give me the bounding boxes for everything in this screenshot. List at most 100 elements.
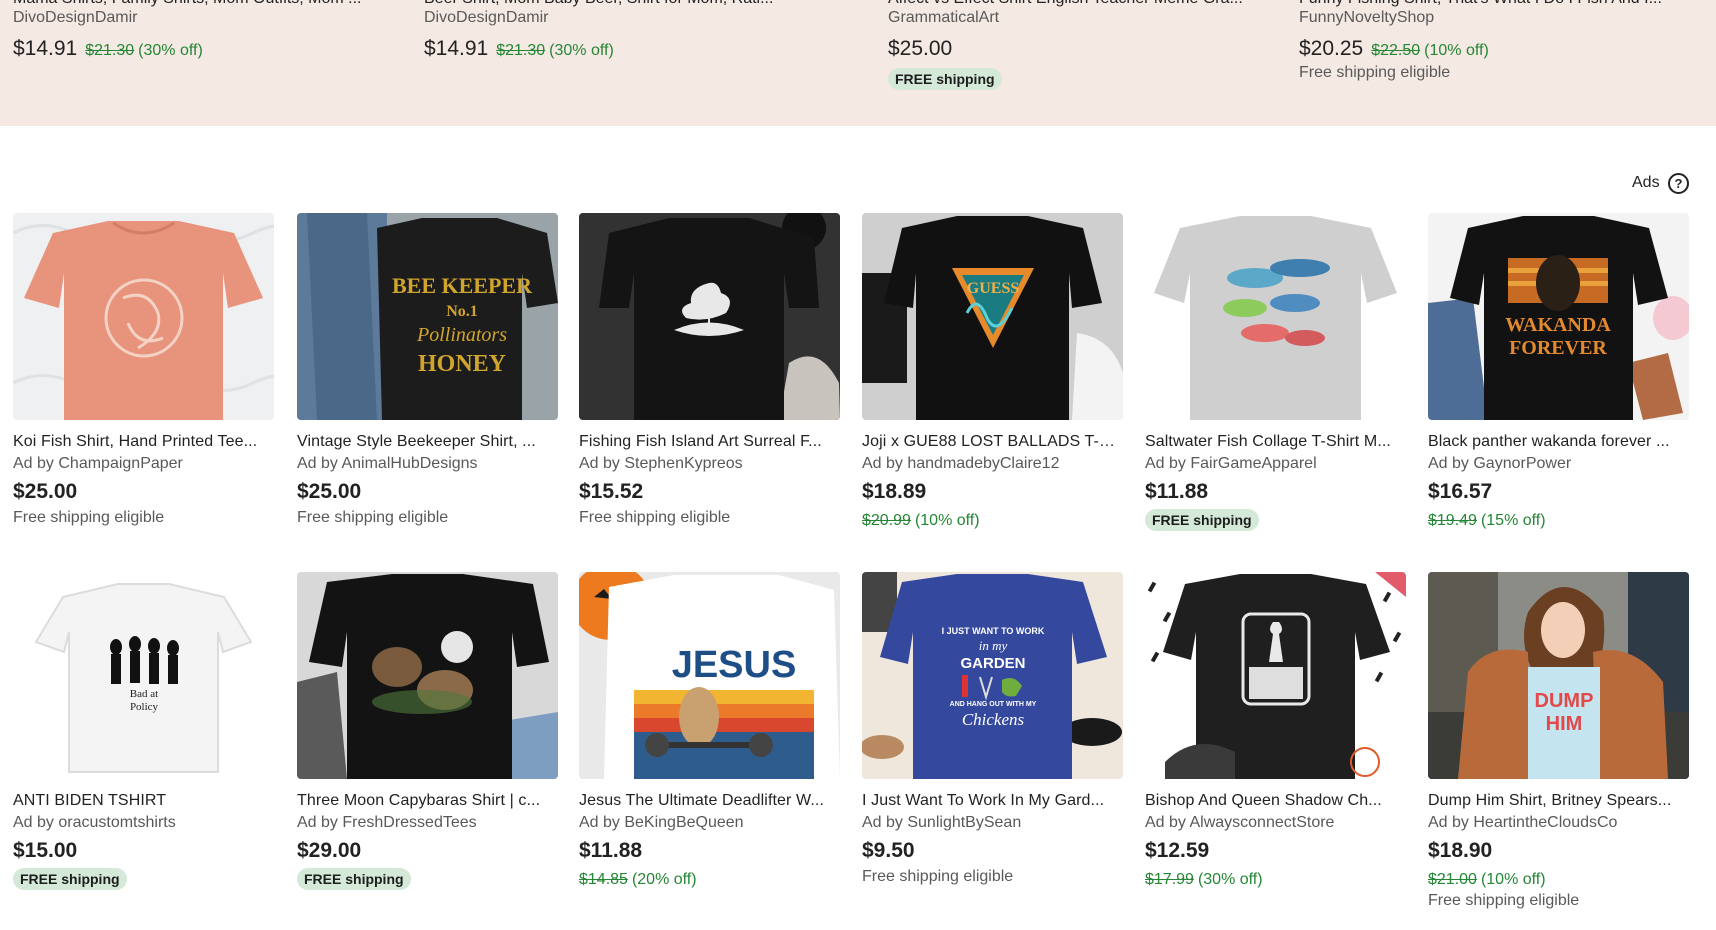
original-price: $20.99 (862, 512, 911, 529)
shop-name: Ad by AnimalHubDesigns (297, 455, 478, 472)
listing-image[interactable]: GUESS (862, 213, 1123, 420)
shop-name: Ad by handmadebyClaire12 (862, 455, 1060, 472)
discount: (20% off) (631, 871, 697, 888)
original-price: $14.85 (579, 871, 628, 888)
discount: (30% off) (138, 42, 203, 59)
print-line4: AND HANG OUT WITH MY (950, 701, 1037, 708)
print-him: HIM (1546, 713, 1583, 735)
top-listing-band: Mama Shirts, Family Shirts, Mom Outfits,… (0, 0, 1716, 126)
discount: (10% off) (1480, 871, 1546, 888)
listing-card[interactable]: Fishing Fish Island Art Surreal F... Ad … (579, 213, 840, 527)
listing-title[interactable]: Affect vs Effect Shirt English Teacher M… (888, 0, 1283, 8)
free-shipping-badge: FREE shipping (888, 68, 1002, 90)
listing-title[interactable]: Jesus The Ultimate Deadlifter W... (579, 790, 840, 812)
listing-card[interactable]: JESUS Jesus The Ultimate Deadlifter W...… (579, 572, 840, 889)
listing-card[interactable]: GUESS Joji x GUE88 LOST BALLADS T-S... A… (862, 213, 1123, 530)
listing-image[interactable] (579, 213, 840, 420)
listing-card[interactable]: Koi Fish Shirt, Hand Printed Tee... Ad b… (13, 213, 274, 527)
price: $11.88 (1145, 480, 1209, 503)
original-price: $21.30 (85, 42, 135, 59)
discount: (10% off) (1424, 42, 1489, 59)
discount: (10% off) (914, 512, 980, 529)
listing-title[interactable]: ANTI BIDEN TSHIRT (13, 790, 274, 812)
listing-title[interactable]: Dump Him Shirt, Britney Spears... (1428, 790, 1689, 812)
listing-title[interactable]: Koi Fish Shirt, Hand Printed Tee... (13, 431, 274, 453)
free-shipping-eligible: Free shipping eligible (1428, 892, 1580, 909)
price: $15.00 (13, 839, 78, 862)
print-chickens: Chickens (962, 710, 1025, 729)
listing-title[interactable]: Black panther wakanda forever ... (1428, 431, 1689, 453)
discount: (30% off) (1197, 871, 1263, 888)
listing-image[interactable]: I JUST WANT TO WORK in my GARDEN AND HAN… (862, 572, 1123, 779)
listing-image[interactable]: JESUS (579, 572, 840, 779)
print-honey: HONEY (418, 351, 506, 377)
print-line1: I JUST WANT TO WORK (942, 626, 1045, 636)
listing-title[interactable]: Three Moon Capybaras Shirt | c... (297, 790, 558, 812)
shop-name: Ad by FairGameApparel (1145, 455, 1317, 472)
listing-image[interactable]: WAKANDA FOREVER (1428, 213, 1689, 420)
listing-card[interactable]: BEE KEEPER No.1 Pollinators HONEY Vintag… (297, 213, 558, 527)
listing-card[interactable]: Bad at Policy ANTI BIDEN TSHIRT Ad by or… (13, 572, 274, 890)
print-bad-at: Bad at (130, 688, 158, 700)
listing-card[interactable]: Bishop And Queen Shadow Ch... Ad by Alwa… (1145, 572, 1406, 889)
print-line2: in my (979, 638, 1008, 653)
shop-name: GrammaticalArt (888, 9, 1000, 26)
free-shipping-badge: FREE shipping (13, 868, 127, 890)
print-dump: DUMP (1535, 690, 1594, 712)
price: $25.00 (297, 480, 362, 503)
listing-image[interactable] (297, 572, 558, 779)
price: $18.89 (862, 480, 927, 503)
shop-name: Ad by oracustomtshirts (13, 814, 176, 831)
print-jesus: JESUS (672, 644, 797, 686)
discount: (30% off) (549, 42, 614, 59)
listing-card[interactable]: Saltwater Fish Collage T-Shirt M... Ad b… (1145, 213, 1406, 531)
listing-image[interactable] (13, 213, 274, 420)
listing-card[interactable]: Three Moon Capybaras Shirt | c... Ad by … (297, 572, 558, 890)
price: $9.50 (862, 839, 915, 862)
listing-title[interactable]: Mama Shirts, Family Shirts, Mom Outfits,… (13, 0, 408, 8)
price: $20.25 (1299, 37, 1364, 60)
listing-title[interactable]: Joji x GUE88 LOST BALLADS T-S... (862, 431, 1123, 453)
print-beekeeper: BEE KEEPER (392, 273, 533, 298)
free-shipping-eligible: Free shipping eligible (1299, 64, 1451, 81)
listing-card[interactable]: WAKANDA FOREVER Black panther wakanda fo… (1428, 213, 1689, 530)
free-shipping-badge: FREE shipping (297, 868, 411, 890)
free-shipping-eligible: Free shipping eligible (13, 509, 165, 526)
shop-name: Ad by BeKingBeQueen (579, 814, 744, 831)
listing-image[interactable] (1145, 572, 1406, 779)
original-price: $17.99 (1145, 871, 1194, 888)
original-price: $19.49 (1428, 512, 1477, 529)
print-garden: GARDEN (960, 655, 1025, 672)
price: $25.00 (888, 37, 953, 60)
free-shipping-badge: FREE shipping (1145, 509, 1259, 531)
free-shipping-eligible: Free shipping eligible (297, 509, 449, 526)
listing-title[interactable]: I Just Want To Work In My Gard... (862, 790, 1123, 812)
price: $11.88 (579, 839, 643, 862)
listing-title[interactable]: Funny Fishing Shirt, That's What I Do I … (1299, 0, 1694, 8)
original-price: $22.50 (1371, 42, 1421, 59)
listing-title[interactable]: Vintage Style Beekeeper Shirt, ... (297, 431, 558, 453)
shop-name: Ad by GaynorPower (1428, 455, 1572, 472)
listing-title[interactable]: Bishop And Queen Shadow Ch... (1145, 790, 1406, 812)
original-price: $21.00 (1428, 871, 1477, 888)
listing-card[interactable]: DUMP HIM Dump Him Shirt, Britney Spears.… (1428, 572, 1689, 910)
listing-image[interactable]: Bad at Policy (13, 572, 274, 779)
listing-image[interactable] (1145, 213, 1406, 420)
shop-name: Ad by AlwaysconnectStore (1145, 814, 1335, 831)
print-forever: FOREVER (1509, 337, 1607, 359)
listing-title[interactable]: Fishing Fish Island Art Surreal F... (579, 431, 840, 453)
listing-image[interactable]: BEE KEEPER No.1 Pollinators HONEY (297, 213, 558, 420)
free-shipping-eligible: Free shipping eligible (862, 868, 1014, 885)
shop-name: DivoDesignDamir (424, 9, 549, 26)
free-shipping-eligible: Free shipping eligible (579, 509, 731, 526)
price: $14.91 (13, 37, 78, 60)
price: $12.59 (1145, 839, 1210, 862)
print-policy: Policy (130, 701, 159, 713)
shop-name: Ad by HeartintheCloudsCo (1428, 814, 1618, 831)
listing-card[interactable]: I JUST WANT TO WORK in my GARDEN AND HAN… (862, 572, 1123, 886)
listing-image[interactable]: DUMP HIM (1428, 572, 1689, 779)
help-icon[interactable]: ? (1668, 173, 1689, 194)
price: $14.91 (424, 37, 489, 60)
listing-title[interactable]: Beer Shirt, Mom Baby Beer, Shirt for Mom… (424, 0, 819, 8)
listing-title[interactable]: Saltwater Fish Collage T-Shirt M... (1145, 431, 1406, 453)
